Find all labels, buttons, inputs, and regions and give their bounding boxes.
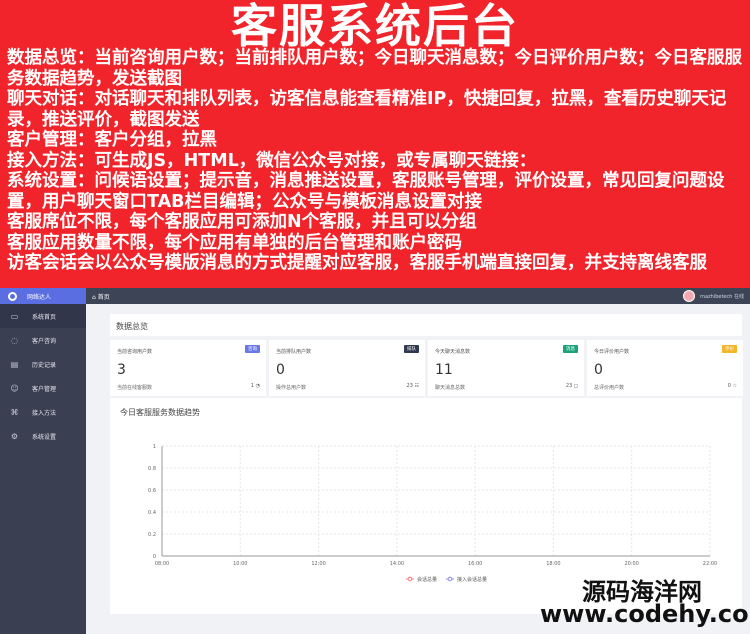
sidebar-item-label: 系统首页 [32, 313, 57, 321]
x-tick-label: 18:00 [546, 561, 560, 567]
user-name: mazhibetech 在线 [700, 293, 744, 300]
star-icon: ☆ [732, 383, 737, 389]
y-tick-label: 0.2 [148, 532, 156, 538]
plugin-icon: ⌘ [10, 407, 19, 417]
card-count-value: 23 [565, 383, 573, 389]
legend-label: 接入会话总量 [457, 576, 487, 583]
card-value: 0 [594, 362, 603, 378]
card-count: 1 ◔ [251, 383, 260, 389]
sidebar: 网络达人 ▭ 系统首页 ◌ 客户咨询 ▤ 历史记录 ☺ 客户管理 ⌘ 接入方法 … [0, 288, 86, 634]
logo[interactable]: 网络达人 [0, 288, 86, 304]
user-icon: ☺ [10, 383, 19, 393]
status-badge: 评价 [722, 345, 737, 353]
chat-icon: ◌ [11, 335, 18, 345]
card-title: 今日评价用户数 [594, 349, 630, 355]
sidebar-item-label: 系统设置 [32, 433, 57, 441]
tab-home[interactable]: ⌂ 首页 [92, 292, 110, 301]
sidebar-item-home[interactable]: ▭ 系统首页 [0, 304, 86, 328]
banner-line: 接入方法：可生成JS，HTML，微信公众号对接，或专属聊天链接： [7, 150, 537, 171]
legend-marker [447, 576, 453, 582]
gear-icon: ⚙ [10, 431, 19, 441]
banner-line: 聊天对话：对话聊天和排队列表，访客信息能查看精准IP，快捷回复，拉黑，查看历史聊… [7, 89, 727, 130]
users-icon: ◔ [255, 383, 260, 389]
overview-header: 数据总览 [110, 314, 742, 336]
sidebar-item-consult[interactable]: ◌ 客户咨询 [0, 328, 86, 352]
card-value: 11 [435, 362, 453, 378]
stat-card-consulting: 当前咨询用户数 咨询 3 当前在线客服数 1 ◔ [110, 340, 266, 396]
overview-panel: 数据总览 当前咨询用户数 咨询 3 当前在线客服数 1 ◔ 当前排队用户数 排队… [110, 314, 743, 396]
status-badge: 咨询 [245, 345, 260, 353]
y-tick-label: 1 [153, 444, 156, 450]
home-icon: ⌂ [92, 293, 96, 301]
legend-marker [407, 576, 413, 582]
x-tick-label: 20:00 [625, 561, 639, 567]
list-icon: ☷ [414, 383, 419, 389]
y-tick-label: 0 [153, 554, 156, 560]
avatar [683, 290, 696, 302]
banner-feature-list: 数据总览：当前咨询用户数；当前排队用户数；今日聊天消息数；今日评价用户数；今日客… [7, 48, 747, 274]
overview-title: 数据总览 [116, 322, 148, 331]
logo-icon [8, 291, 17, 301]
promo-banner: 客服系统后台 数据总览：当前咨询用户数；当前排队用户数；今日聊天消息数；今日评价… [0, 0, 750, 288]
banner-title: 客服系统后台 [231, 0, 519, 53]
sidebar-item-label: 客户管理 [32, 385, 57, 393]
card-count: 23 ◻ [566, 383, 578, 389]
card-title: 当前咨询用户数 [117, 349, 153, 355]
x-tick-label: 08:00 [155, 561, 169, 567]
banner-line: 系统设置：问候语设置；提示音，消息推送设置，客服账号管理，评价设置，常见回复问题… [7, 171, 725, 212]
status-badge: 排队 [404, 345, 419, 353]
monitor-icon: ▭ [10, 311, 19, 321]
card-subtitle: 当前在线客服数 [117, 385, 153, 391]
x-tick-label: 14:00 [390, 561, 404, 567]
card-count-value: 0 [727, 383, 731, 389]
card-count-value: 23 [406, 383, 413, 389]
document-icon: ▤ [10, 359, 19, 369]
stat-card-ratings: 今日评价用户数 评价 0 总评价用户数 0 ☆ [587, 340, 743, 396]
x-tick-label: 16:00 [468, 561, 482, 567]
stat-card-messages: 今天聊天消息数 消息 11 聊天消息总数 23 ◻ [428, 340, 584, 396]
stat-card-queue: 当前排队用户数 排队 0 操作总用户数 23 ☷ [269, 340, 425, 396]
sidebar-item-customers[interactable]: ☺ 客户管理 [0, 376, 86, 400]
card-subtitle: 总评价用户数 [594, 385, 625, 391]
y-tick-label: 0.6 [148, 488, 156, 494]
card-count-value: 1 [250, 383, 255, 389]
logo-text: 网络达人 [27, 293, 52, 301]
tab-home-label: 首页 [97, 293, 110, 301]
sidebar-item-label: 客户咨询 [32, 337, 57, 345]
y-tick-label: 0.8 [148, 466, 156, 472]
banner-line: 客户管理：客户分组，拉黑 [7, 130, 217, 150]
banner-line: 客服席位不限，每个客服应用可添加N个客服，并且可以分组 [7, 212, 477, 232]
user-menu[interactable]: mazhibetech 在线 [683, 290, 744, 302]
card-subtitle: 聊天消息总数 [435, 385, 466, 391]
card-value: 3 [117, 362, 126, 378]
y-tick-label: 0.4 [148, 510, 156, 516]
sidebar-item-history[interactable]: ▤ 历史记录 [0, 352, 86, 376]
status-badge: 消息 [563, 345, 578, 353]
banner-line: 客服应用数量不限，每个应用有单独的后台管理和账户密码 [7, 232, 462, 253]
x-tick-label: 22:00 [703, 561, 717, 567]
sidebar-item-label: 历史记录 [32, 361, 57, 369]
card-value: 0 [276, 362, 285, 378]
sidebar-item-settings[interactable]: ⚙ 系统设置 [0, 424, 86, 448]
card-title: 当前排队用户数 [276, 349, 312, 355]
x-tick-label: 10:00 [233, 561, 247, 567]
sidebar-item-integration[interactable]: ⌘ 接入方法 [0, 400, 86, 424]
card-count: 23 ☷ [407, 383, 419, 389]
sidebar-item-label: 接入方法 [32, 409, 57, 417]
watermark-url: www.codehy.com [540, 600, 750, 628]
message-icon: ◻ [573, 383, 578, 389]
banner-line: 数据总览：当前咨询用户数；当前排队用户数；今日聊天消息数；今日评价用户数；今日客… [7, 48, 742, 89]
legend-label: 会话总量 [417, 576, 437, 583]
x-tick-label: 12:00 [311, 561, 325, 567]
card-count: 0 ☆ [728, 383, 737, 389]
top-bar: ⌂ 首页 mazhibetech 在线 [86, 288, 750, 304]
banner-line: 访客会话会以公众号模版消息的方式提醒对应客服，客服手机端直接回复，并支持离线客服 [7, 253, 707, 273]
card-subtitle: 操作总用户数 [276, 385, 307, 391]
card-title: 今天聊天消息数 [435, 349, 471, 355]
